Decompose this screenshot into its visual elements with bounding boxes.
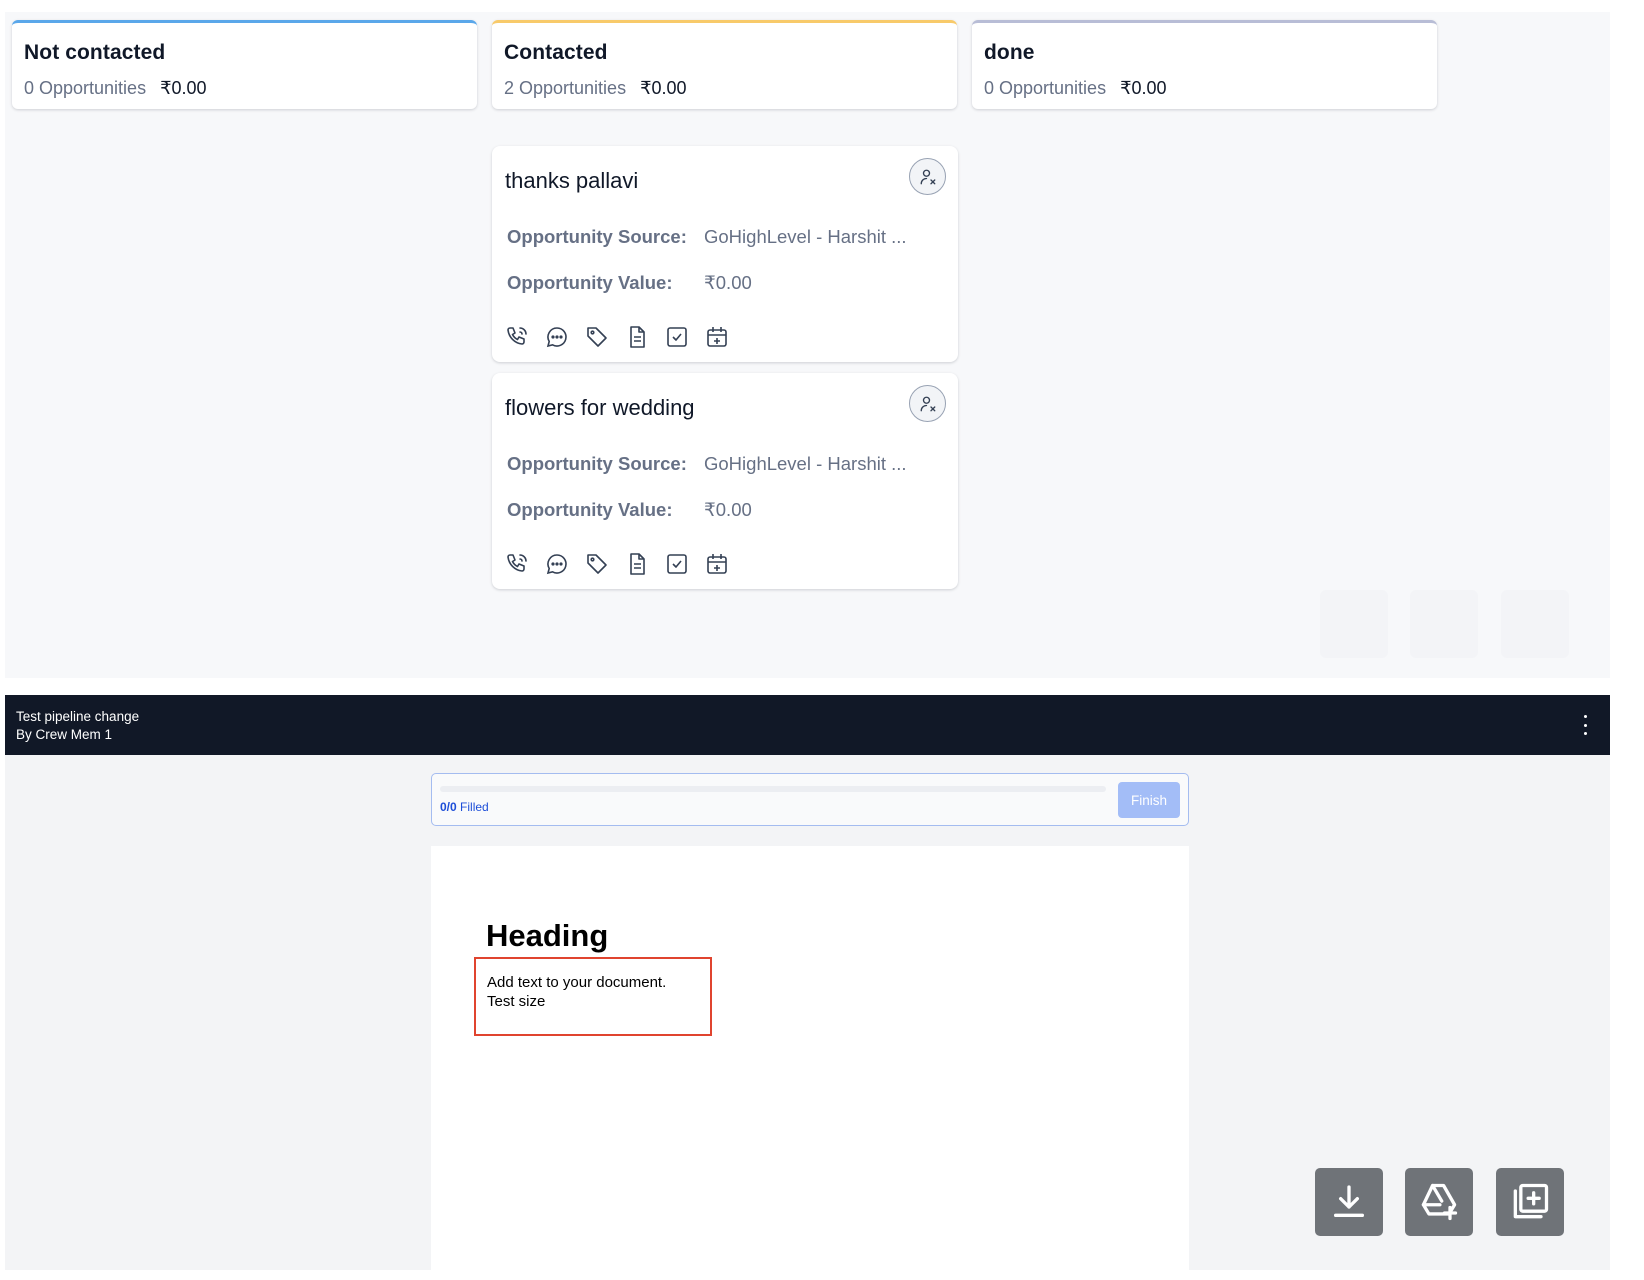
document-author: By Crew Mem 1 [16, 727, 113, 742]
add-page-button[interactable] [1496, 1168, 1564, 1236]
finish-button[interactable]: Finish [1118, 782, 1180, 818]
progress-bar [440, 786, 1106, 792]
value-label: Opportunity Value: [507, 272, 673, 293]
opportunity-value-row: Opportunity Value: ₹0.00 [507, 499, 752, 521]
stage-count: 2 Opportunities [504, 78, 627, 98]
selected-text-block[interactable]: Add text to your document. Test size [474, 957, 712, 1036]
download-icon [1334, 1185, 1364, 1217]
chat-icon[interactable] [544, 551, 570, 577]
card-actions [504, 551, 730, 577]
stage-header-not-contacted[interactable]: Not contacted 0 Opportunities ₹0.00 [12, 20, 477, 109]
value-amount: ₹0.00 [704, 272, 752, 293]
fill-progress-panel: 0/0 Filled Finish [431, 773, 1189, 826]
calendar-add-icon[interactable] [704, 551, 730, 577]
document-heading[interactable]: Heading [486, 918, 608, 954]
stage-amount: ₹0.00 [1120, 78, 1167, 98]
stage-count: 0 Opportunities [24, 78, 147, 98]
stage-title: Not contacted [24, 41, 166, 64]
stage-header-contacted[interactable]: Contacted 2 Opportunities ₹0.00 [492, 20, 957, 109]
tag-icon[interactable] [584, 324, 610, 350]
user-x-icon [920, 169, 935, 184]
phone-icon[interactable] [504, 324, 530, 350]
opportunity-source-row: Opportunity Source: GoHighLevel - Harshi… [507, 453, 907, 475]
stage-count: 0 Opportunities [984, 78, 1107, 98]
task-icon[interactable] [664, 551, 690, 577]
card-actions [504, 324, 730, 350]
opportunity-source-row: Opportunity Source: GoHighLevel - Harshi… [507, 226, 907, 248]
source-label: Opportunity Source: [507, 453, 687, 474]
add-to-drive-button[interactable] [1405, 1168, 1473, 1236]
text-line: Add text to your document. [487, 974, 667, 991]
document-page: Heading Add text to your document. Test … [431, 846, 1189, 1270]
pipeline-board: Not contacted 0 Opportunities ₹0.00 Conta… [5, 12, 1610, 678]
stage-amount: ₹0.00 [160, 78, 207, 98]
more-options-icon[interactable] [1581, 715, 1589, 735]
value-amount: ₹0.00 [704, 499, 752, 520]
opportunity-card[interactable]: thanks pallavi Opportunity Source: GoHig… [492, 146, 958, 362]
value-label: Opportunity Value: [507, 499, 673, 520]
document-title: Test pipeline change [16, 709, 140, 724]
unassigned-user-button[interactable] [909, 385, 946, 422]
opportunity-name: thanks pallavi [505, 168, 639, 193]
stage-amount: ₹0.00 [640, 78, 687, 98]
stage-title: done [984, 41, 1035, 64]
source-value: GoHighLevel - Harshit ... [704, 453, 907, 474]
progress-suffix: Filled [460, 800, 489, 814]
stage-title: Contacted [504, 41, 608, 64]
opportunity-card[interactable]: flowers for wedding Opportunity Source: … [492, 373, 958, 589]
download-button[interactable] [1315, 1168, 1383, 1236]
opportunity-name: flowers for wedding [505, 395, 695, 420]
task-icon[interactable] [664, 324, 690, 350]
add-page-icon [1513, 1183, 1549, 1219]
faded-drive-placeholder [1410, 590, 1478, 658]
text-line: Test size [487, 993, 546, 1010]
phone-icon[interactable] [504, 551, 530, 577]
stage-meta: 0 Opportunities ₹0.00 [984, 78, 1425, 99]
unassigned-user-button[interactable] [909, 158, 946, 195]
opportunity-value-row: Opportunity Value: ₹0.00 [507, 272, 752, 294]
stage-header-done[interactable]: done 0 Opportunities ₹0.00 [972, 20, 1437, 109]
user-x-icon [920, 396, 935, 411]
progress-count: 0/0 [440, 800, 457, 814]
faded-download-placeholder [1320, 590, 1388, 658]
source-label: Opportunity Source: [507, 226, 687, 247]
chat-icon[interactable] [544, 324, 570, 350]
note-icon[interactable] [624, 551, 650, 577]
stage-meta: 0 Opportunities ₹0.00 [24, 78, 465, 99]
note-icon[interactable] [624, 324, 650, 350]
calendar-add-icon[interactable] [704, 324, 730, 350]
source-value: GoHighLevel - Harshit ... [704, 226, 907, 247]
stage-meta: 2 Opportunities ₹0.00 [504, 78, 945, 99]
faded-add-page-placeholder [1501, 590, 1569, 658]
document-header-bar: Test pipeline change By Crew Mem 1 [5, 695, 1610, 755]
drive-add-icon [1421, 1183, 1458, 1221]
progress-label: 0/0 Filled [440, 800, 489, 814]
tag-icon[interactable] [584, 551, 610, 577]
